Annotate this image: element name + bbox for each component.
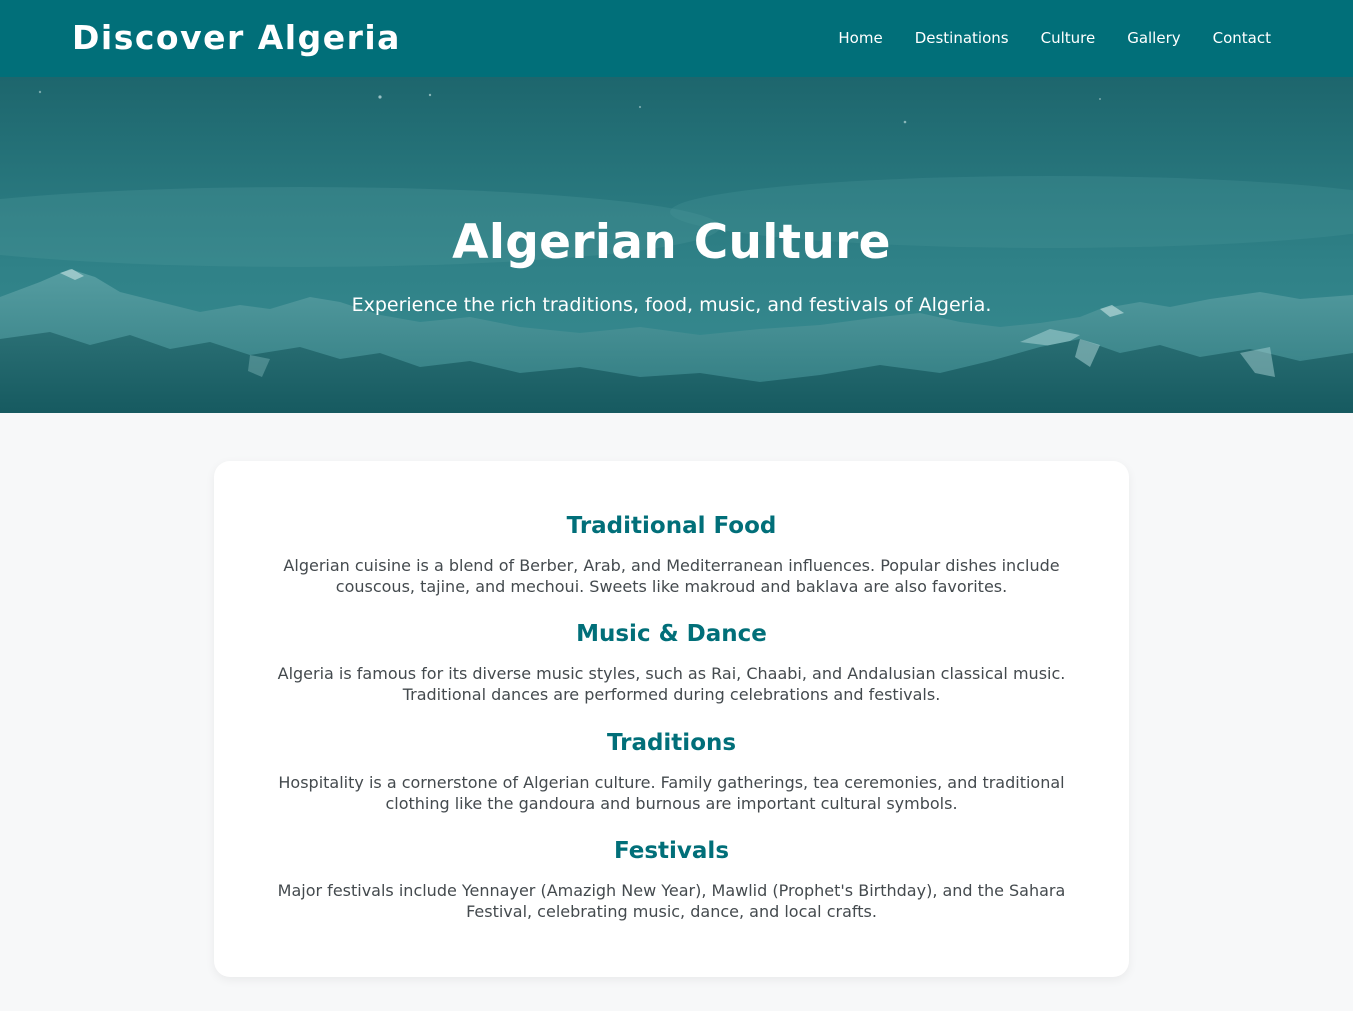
nav-link-gallery[interactable]: Gallery	[1127, 27, 1180, 49]
hero-banner: Algerian Culture Experience the rich tra…	[0, 77, 1353, 413]
site-header: Discover Algeria Home Destinations Cultu…	[0, 0, 1353, 77]
main-nav: Home Destinations Culture Gallery Contac…	[838, 27, 1271, 49]
section-heading: Music & Dance	[576, 621, 767, 647]
section-festivals: Festivals Major festivals include Yennay…	[266, 836, 1077, 922]
section-music-dance: Music & Dance Algeria is famous for its …	[266, 619, 1077, 705]
hero-subtitle: Experience the rich traditions, food, mu…	[351, 294, 992, 316]
site-logo[interactable]: Discover Algeria	[72, 17, 401, 59]
nav-link-home[interactable]: Home	[838, 27, 882, 49]
hero-title: Algerian Culture	[452, 215, 891, 270]
section-text: Algeria is famous for its diverse music …	[277, 664, 1066, 704]
section-heading: Festivals	[613, 838, 730, 864]
section-traditions: Traditions Hospitality is a cornerstone …	[266, 728, 1077, 814]
culture-card: Traditional Food Algerian cuisine is a b…	[214, 461, 1129, 977]
section-text: Major festivals include Yennayer (Amazig…	[277, 881, 1066, 921]
section-text: Algerian cuisine is a blend of Berber, A…	[283, 556, 1060, 596]
section-heading: Traditions	[606, 730, 737, 756]
nav-link-contact[interactable]: Contact	[1213, 27, 1271, 49]
nav-link-destinations[interactable]: Destinations	[915, 27, 1009, 49]
section-text: Hospitality is a cornerstone of Algerian…	[278, 773, 1065, 813]
section-traditional-food: Traditional Food Algerian cuisine is a b…	[266, 511, 1077, 597]
nav-link-culture[interactable]: Culture	[1041, 27, 1096, 49]
section-heading: Traditional Food	[566, 513, 777, 539]
